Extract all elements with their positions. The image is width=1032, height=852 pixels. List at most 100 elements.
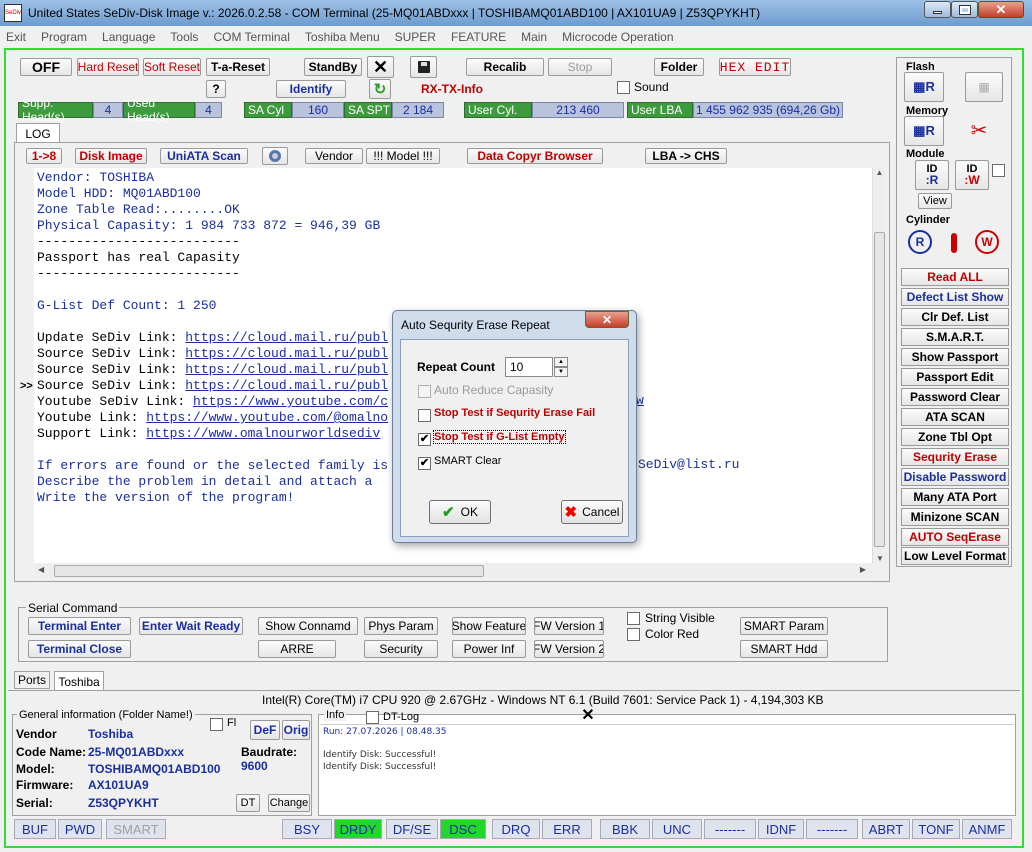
minimize-button[interactable]	[924, 1, 951, 18]
cancel-button[interactable]: ✖ Cancel	[561, 500, 623, 524]
scroll-right-icon[interactable]: ▶	[860, 565, 866, 574]
right-button-s-m-a-r-t-[interactable]: S.M.A.R.T.	[901, 328, 1009, 346]
right-button-low-level-format[interactable]: Low Level Format	[901, 547, 1009, 565]
right-button-password-clear[interactable]: Password Clear	[901, 388, 1009, 406]
right-button-many-ata-port[interactable]: Many ATA Port	[901, 488, 1009, 506]
module-id-read-button[interactable]: ID:R	[915, 160, 949, 190]
info-clear-button[interactable]: ✕	[578, 708, 598, 724]
menu-item-8[interactable]: Main	[521, 30, 547, 44]
stop-glist-checkbox[interactable]: ✔	[418, 433, 431, 446]
menu-item-2[interactable]: Language	[102, 30, 155, 44]
vendor-button[interactable]: Vendor	[305, 148, 363, 164]
recalib-button[interactable]: Recalib	[466, 58, 544, 76]
hard-reset-button[interactable]: Hard Reset	[77, 58, 139, 76]
flash-write-button[interactable]: ▦	[965, 72, 1003, 102]
right-button-defect-list-show[interactable]: Defect List Show	[901, 288, 1009, 306]
orig-button[interactable]: Orig	[282, 720, 310, 740]
right-button-ata-scan[interactable]: ATA SCAN	[901, 408, 1009, 426]
maximize-button[interactable]	[951, 1, 978, 18]
scroll-left-icon[interactable]: ◀	[38, 565, 44, 574]
cylinder-write-button[interactable]: W	[975, 230, 999, 254]
right-button-sequrity-erase[interactable]: Sequrity Erase	[901, 448, 1009, 466]
right-button-zone-tbl-opt[interactable]: Zone Tbl Opt	[901, 428, 1009, 446]
power-inf-button[interactable]: Power Inf	[452, 640, 526, 658]
scroll-up-icon[interactable]: ▲	[873, 168, 886, 182]
tab-log[interactable]: LOG	[16, 123, 60, 143]
smart-hdd-button[interactable]: SMART Hdd	[740, 640, 828, 658]
uniata-scan-button[interactable]: UniATA Scan	[160, 148, 248, 164]
menu-item-7[interactable]: FEATURE	[451, 30, 506, 44]
fw-version-1-button[interactable]: FW Version 1	[534, 617, 604, 635]
stop-fail-checkbox[interactable]	[418, 409, 431, 422]
cylinder-temp-button[interactable]	[944, 230, 964, 256]
memory-edit-button[interactable]: ✂	[962, 114, 996, 146]
hscroll-thumb[interactable]	[54, 565, 484, 577]
menu-item-1[interactable]: Program	[41, 30, 87, 44]
tab-toshiba[interactable]: Toshiba	[54, 671, 104, 691]
flash-read-button[interactable]: ▦R	[904, 72, 944, 102]
stop-button[interactable]: Stop	[548, 58, 612, 76]
enter-wait-ready-button[interactable]: Enter Wait Ready	[139, 617, 243, 635]
dt-button[interactable]: DT	[236, 794, 260, 812]
cylinder-read-button[interactable]: R	[908, 230, 932, 254]
close-window-button[interactable]: ✕	[978, 1, 1024, 18]
dialog-close-button[interactable]: ✕	[585, 311, 629, 328]
show-feature-button[interactable]: Show Feature	[452, 617, 526, 635]
terminal-close-button[interactable]: Terminal Close	[28, 640, 131, 658]
hex-edit-button[interactable]: HEX EDIT	[719, 58, 791, 76]
fl-checkbox[interactable]	[210, 718, 223, 731]
module-checkbox[interactable]	[992, 164, 1005, 177]
disk-image-button[interactable]: Disk Image	[75, 148, 147, 164]
string-visible-checkbox[interactable]	[627, 612, 640, 625]
right-button-show-passport[interactable]: Show Passport	[901, 348, 1009, 366]
one-to-eight-button[interactable]: 1->8	[26, 148, 62, 164]
spin-up-button[interactable]: ▲	[554, 357, 568, 367]
module-id-write-button[interactable]: ID:W	[955, 160, 989, 190]
show-command-button[interactable]: Show Connamd	[258, 617, 358, 635]
rx-tx-info-button[interactable]: RX-TX-Info	[417, 80, 487, 98]
smart-clear-checkbox[interactable]: ✔	[418, 457, 431, 470]
close-icon-button[interactable]: ✕	[367, 56, 394, 78]
model-button[interactable]: !!! Model !!!	[366, 148, 440, 164]
change-button[interactable]: Change	[268, 794, 310, 812]
save-icon-button[interactable]	[410, 56, 437, 78]
standby-button[interactable]: StandBy	[304, 58, 362, 76]
right-button-clr-def-list[interactable]: Clr Def. List	[901, 308, 1009, 326]
phys-param-button[interactable]: Phys Param	[364, 617, 438, 635]
terminal-enter-button[interactable]: Terminal Enter	[28, 617, 131, 635]
sound-checkbox[interactable]	[617, 81, 630, 94]
off-button[interactable]: OFF	[20, 58, 72, 76]
camera-icon-button[interactable]	[262, 147, 288, 165]
menu-item-4[interactable]: COM Terminal	[213, 30, 289, 44]
refresh-icon-button[interactable]: ↻	[369, 79, 391, 99]
right-button-disable-password[interactable]: Disable Password	[901, 468, 1009, 486]
data-copyr-browser-button[interactable]: Data Copyr Browser	[467, 148, 603, 164]
repeat-count-input[interactable]: 10	[505, 357, 553, 377]
menu-item-9[interactable]: Microcode Operation	[562, 30, 673, 44]
right-button-read-all[interactable]: Read ALL	[901, 268, 1009, 286]
menu-item-5[interactable]: Toshiba Menu	[305, 30, 380, 44]
security-button[interactable]: Security	[364, 640, 438, 658]
menu-item-3[interactable]: Tools	[170, 30, 198, 44]
ok-button[interactable]: ✔ OK	[429, 500, 491, 524]
dt-log-checkbox[interactable]	[366, 711, 379, 724]
menu-item-6[interactable]: SUPER	[395, 30, 436, 44]
color-red-checkbox[interactable]	[627, 628, 640, 641]
def-button[interactable]: DeF	[250, 720, 280, 740]
smart-param-button[interactable]: SMART Param	[740, 617, 828, 635]
auto-reduce-checkbox[interactable]	[418, 385, 431, 398]
spin-down-button[interactable]: ▼	[554, 367, 568, 377]
right-button-auto-seqerase[interactable]: AUTO SeqErase	[901, 528, 1009, 546]
right-button-passport-edit[interactable]: Passport Edit	[901, 368, 1009, 386]
soft-reset-button[interactable]: Soft Reset	[143, 58, 201, 76]
identify-button[interactable]: Identify	[276, 80, 346, 98]
menu-item-0[interactable]: Exit	[6, 30, 26, 44]
log-hscrollbar[interactable]: ◀ ▶	[34, 564, 872, 578]
folder-button[interactable]: Folder	[654, 58, 704, 76]
lba-chs-button[interactable]: LBA -> CHS	[645, 148, 727, 164]
tab-ports[interactable]: Ports	[14, 671, 50, 689]
right-button-minizone-scan[interactable]: Minizone SCAN	[901, 508, 1009, 526]
scroll-down-icon[interactable]: ▼	[873, 554, 887, 563]
expand-arrow-icon[interactable]: >>	[20, 380, 33, 392]
memory-read-button[interactable]: ▦R	[904, 116, 944, 146]
